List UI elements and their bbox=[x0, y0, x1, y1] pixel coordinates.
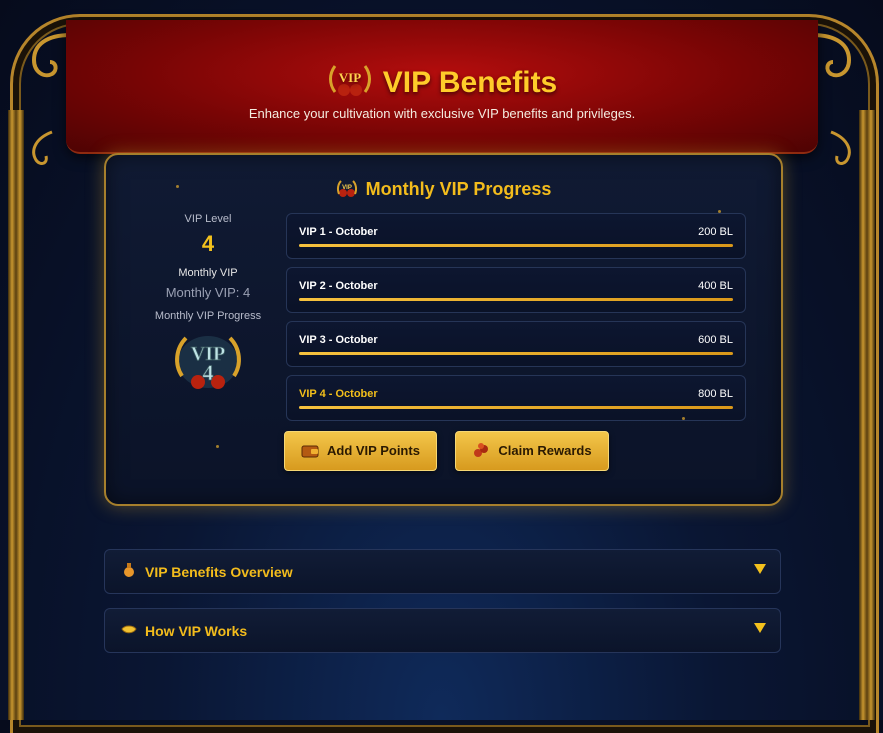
claim-rewards-button[interactable]: Claim Rewards bbox=[455, 431, 609, 474]
tier-progress-bar bbox=[299, 406, 733, 409]
tier-cost: 400 BL bbox=[698, 280, 733, 292]
vip-laurel-icon: VIP bbox=[327, 62, 373, 106]
page-subtitle: Enhance your cultivation with exclusive … bbox=[248, 106, 636, 121]
chevron-down-icon[interactable] bbox=[754, 564, 766, 574]
frame-curl-ornament-icon bbox=[830, 130, 851, 165]
page-title: VIP Benefits bbox=[382, 66, 558, 99]
badge-number: 4 bbox=[203, 360, 214, 385]
vip-tier-row: VIP 2 - October 400 BL bbox=[286, 267, 746, 313]
tier-name: VIP 2 - October bbox=[299, 280, 378, 292]
decorative-spark bbox=[682, 417, 685, 420]
vip-badge-icon: VIP 4 bbox=[168, 332, 248, 394]
action-buttons: Add VIP Points Claim Rewards bbox=[284, 431, 623, 471]
svg-text:VIP: VIP bbox=[342, 185, 352, 191]
tier-progress-bar bbox=[299, 298, 733, 301]
tier-progress-bar bbox=[299, 352, 733, 355]
tier-progress-bar bbox=[299, 244, 733, 247]
vip-emblem-icon: VIP bbox=[336, 180, 358, 203]
left-pillar bbox=[8, 110, 24, 720]
tier-progress-fill bbox=[299, 406, 733, 409]
vip-tier-row: VIP 1 - October 200 BL bbox=[286, 213, 746, 259]
tier-cost: 200 BL bbox=[698, 226, 733, 238]
vip-level-value: 4 bbox=[201, 231, 215, 256]
tier-name: VIP 3 - October bbox=[299, 334, 378, 346]
monthly-vip-label: Monthly VIP bbox=[178, 267, 238, 279]
how-vip-works-accordion[interactable]: How VIP Works bbox=[104, 608, 781, 653]
monthly-vip-progress-card: VIP Monthly VIP Progress VIP Level 4 Mon… bbox=[104, 153, 783, 506]
vip-tier-list: VIP 1 - October 200 BL VIP 2 - October 4… bbox=[286, 213, 746, 429]
page-title-row: VIP VIP Benefits bbox=[66, 62, 818, 106]
vip-level-summary: VIP Level 4 Monthly VIP Monthly VIP: 4 M… bbox=[128, 213, 288, 394]
chevron-down-icon[interactable] bbox=[754, 623, 766, 633]
vip-level-label: VIP Level bbox=[184, 213, 232, 225]
claim-rewards-label: Claim Rewards bbox=[498, 443, 592, 458]
tier-name: VIP 1 - October bbox=[299, 226, 378, 238]
potion-icon bbox=[121, 562, 137, 583]
right-pillar bbox=[859, 110, 875, 720]
vip-tier-row: VIP 3 - October 600 BL bbox=[286, 321, 746, 367]
decorative-spark bbox=[718, 210, 721, 213]
tier-cost: 600 BL bbox=[698, 334, 733, 346]
tier-progress-fill bbox=[299, 298, 733, 301]
monthly-vip-value: Monthly VIP: 4 bbox=[165, 285, 251, 300]
treasure-icon bbox=[472, 436, 490, 474]
accordion-title: How VIP Works bbox=[145, 623, 248, 639]
add-vip-points-label: Add VIP Points bbox=[327, 443, 420, 458]
add-vip-points-button[interactable]: Add VIP Points bbox=[284, 431, 437, 471]
vip-tier-row-current: VIP 4 - October 800 BL bbox=[286, 375, 746, 421]
decorative-spark bbox=[216, 445, 219, 448]
tier-cost: 800 BL bbox=[698, 388, 733, 400]
tier-name: VIP 4 - October bbox=[299, 388, 378, 400]
svg-text:VIP: VIP bbox=[339, 70, 361, 85]
tier-progress-fill bbox=[299, 352, 733, 355]
decorative-spark bbox=[176, 185, 179, 188]
page-header: VIP VIP Benefits Enhance your cultivatio… bbox=[66, 20, 818, 154]
monthly-progress-label: Monthly VIP Progress bbox=[154, 310, 262, 322]
ingot-icon bbox=[121, 621, 137, 642]
accordion-title: VIP Benefits Overview bbox=[145, 564, 293, 580]
frame-curl-ornament-icon bbox=[32, 130, 53, 165]
wallet-icon bbox=[301, 436, 319, 474]
tier-progress-fill bbox=[299, 244, 733, 247]
card-title: Monthly VIP Progress bbox=[365, 179, 552, 199]
vip-benefits-overview-accordion[interactable]: VIP Benefits Overview bbox=[104, 549, 781, 594]
card-title-row: VIP Monthly VIP Progress bbox=[106, 179, 781, 203]
